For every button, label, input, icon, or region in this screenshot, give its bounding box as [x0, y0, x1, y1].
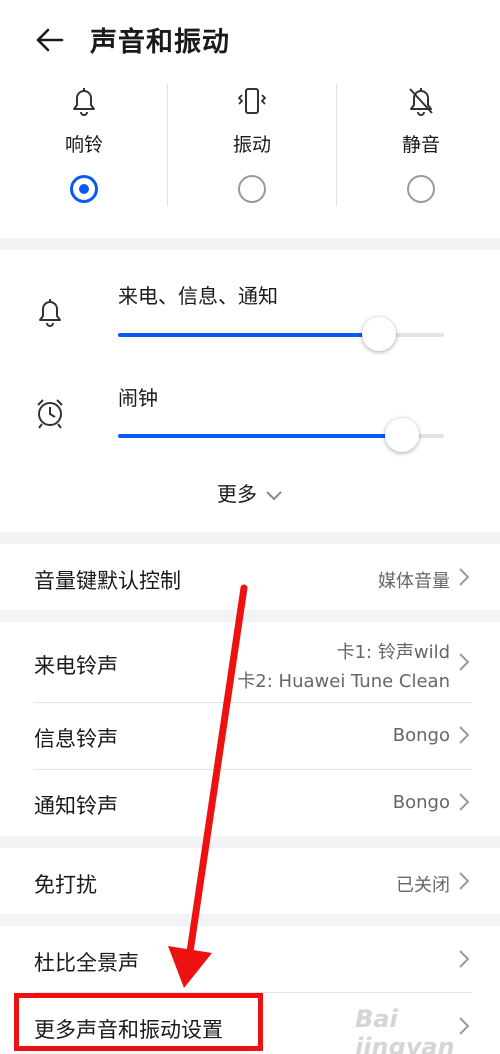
notification-tone-value: Bongo	[392, 792, 450, 813]
dolby-row[interactable]: 杜比全景声	[0, 926, 500, 992]
mode-silent-radio[interactable]	[407, 175, 435, 203]
tones-card: 来电铃声 卡1: 铃声wild 卡2: Huawei Tune Clean 信息…	[0, 622, 500, 836]
chevron-right-icon	[459, 872, 470, 890]
call-volume-thumb[interactable]	[361, 317, 396, 351]
message-tone-row[interactable]: 信息铃声 Bongo	[0, 703, 500, 769]
notification-tone-label: 通知铃声	[34, 794, 118, 818]
back-arrow-icon[interactable]	[32, 22, 68, 58]
chevron-right-icon	[459, 950, 470, 968]
ringtone-label: 来电铃声	[34, 654, 118, 678]
more-volume-label: 更多	[217, 482, 257, 506]
call-volume-label: 来电、信息、通知	[118, 284, 278, 308]
mode-silent[interactable]: 静音	[337, 80, 500, 220]
alarm-volume-thumb[interactable]	[384, 418, 419, 452]
alarm-volume-row: 闹钟	[0, 382, 500, 482]
vibrate-icon	[237, 88, 267, 114]
ringtone-card2-value: 卡2: Huawei Tune Clean	[237, 671, 450, 692]
sound-mode-selector: 响铃 振动 静音	[0, 80, 500, 238]
dnd-label: 免打扰	[34, 873, 97, 897]
call-volume-slider[interactable]	[118, 317, 444, 351]
volume-key-label: 音量键默认控制	[34, 569, 181, 593]
ringtone-row[interactable]: 来电铃声 卡1: 铃声wild 卡2: Huawei Tune Clean	[0, 622, 500, 702]
page-title: 声音和振动	[90, 27, 230, 58]
mode-vibrate[interactable]: 振动	[168, 80, 336, 220]
extra-settings-card: 杜比全景声 更多声音和振动设置	[0, 926, 500, 1054]
volume-key-row[interactable]: 音量键默认控制 媒体音量	[0, 544, 500, 610]
dnd-row[interactable]: 免打扰 已关闭	[0, 848, 500, 914]
mode-silent-label: 静音	[401, 134, 440, 156]
chevron-right-icon	[459, 793, 470, 811]
call-volume-row: 来电、信息、通知	[0, 280, 500, 380]
bell-off-icon	[409, 88, 433, 116]
header-bar: 声音和振动	[0, 0, 500, 80]
chevron-down-icon	[266, 490, 282, 500]
chevron-right-icon	[459, 1017, 470, 1035]
more-settings-label: 更多声音和振动设置	[34, 1018, 223, 1042]
dolby-label: 杜比全景声	[34, 951, 139, 975]
alarm-volume-fill	[118, 434, 402, 438]
message-tone-label: 信息铃声	[34, 727, 118, 751]
volume-key-value: 媒体音量	[378, 571, 450, 592]
mode-ring[interactable]: 响铃	[0, 80, 168, 220]
bell-icon	[39, 299, 61, 327]
notification-tone-row[interactable]: 通知铃声 Bongo	[0, 770, 500, 836]
ringtone-card1-value: 卡1: 铃声wild	[336, 642, 450, 663]
alarm-clock-icon	[37, 399, 63, 429]
more-settings-row[interactable]: 更多声音和振动设置	[0, 993, 500, 1054]
call-volume-fill	[118, 333, 379, 337]
bell-icon	[73, 88, 95, 116]
mode-ring-label: 响铃	[64, 134, 103, 156]
mode-vibrate-radio[interactable]	[238, 175, 266, 203]
chevron-right-icon	[459, 653, 470, 671]
more-volume-toggle[interactable]: 更多	[0, 478, 500, 507]
chevron-right-icon	[459, 568, 470, 586]
chevron-right-icon	[459, 726, 470, 744]
mode-ring-radio[interactable]	[70, 175, 98, 203]
volume-card: 来电、信息、通知 闹钟 更多	[0, 250, 500, 532]
mode-vibrate-label: 振动	[232, 134, 271, 156]
alarm-volume-slider[interactable]	[118, 418, 444, 452]
dnd-card: 免打扰 已关闭	[0, 848, 500, 914]
alarm-volume-label: 闹钟	[118, 386, 158, 410]
dnd-value: 已关闭	[396, 875, 450, 896]
message-tone-value: Bongo	[392, 725, 450, 746]
volume-key-card: 音量键默认控制 媒体音量	[0, 544, 500, 610]
